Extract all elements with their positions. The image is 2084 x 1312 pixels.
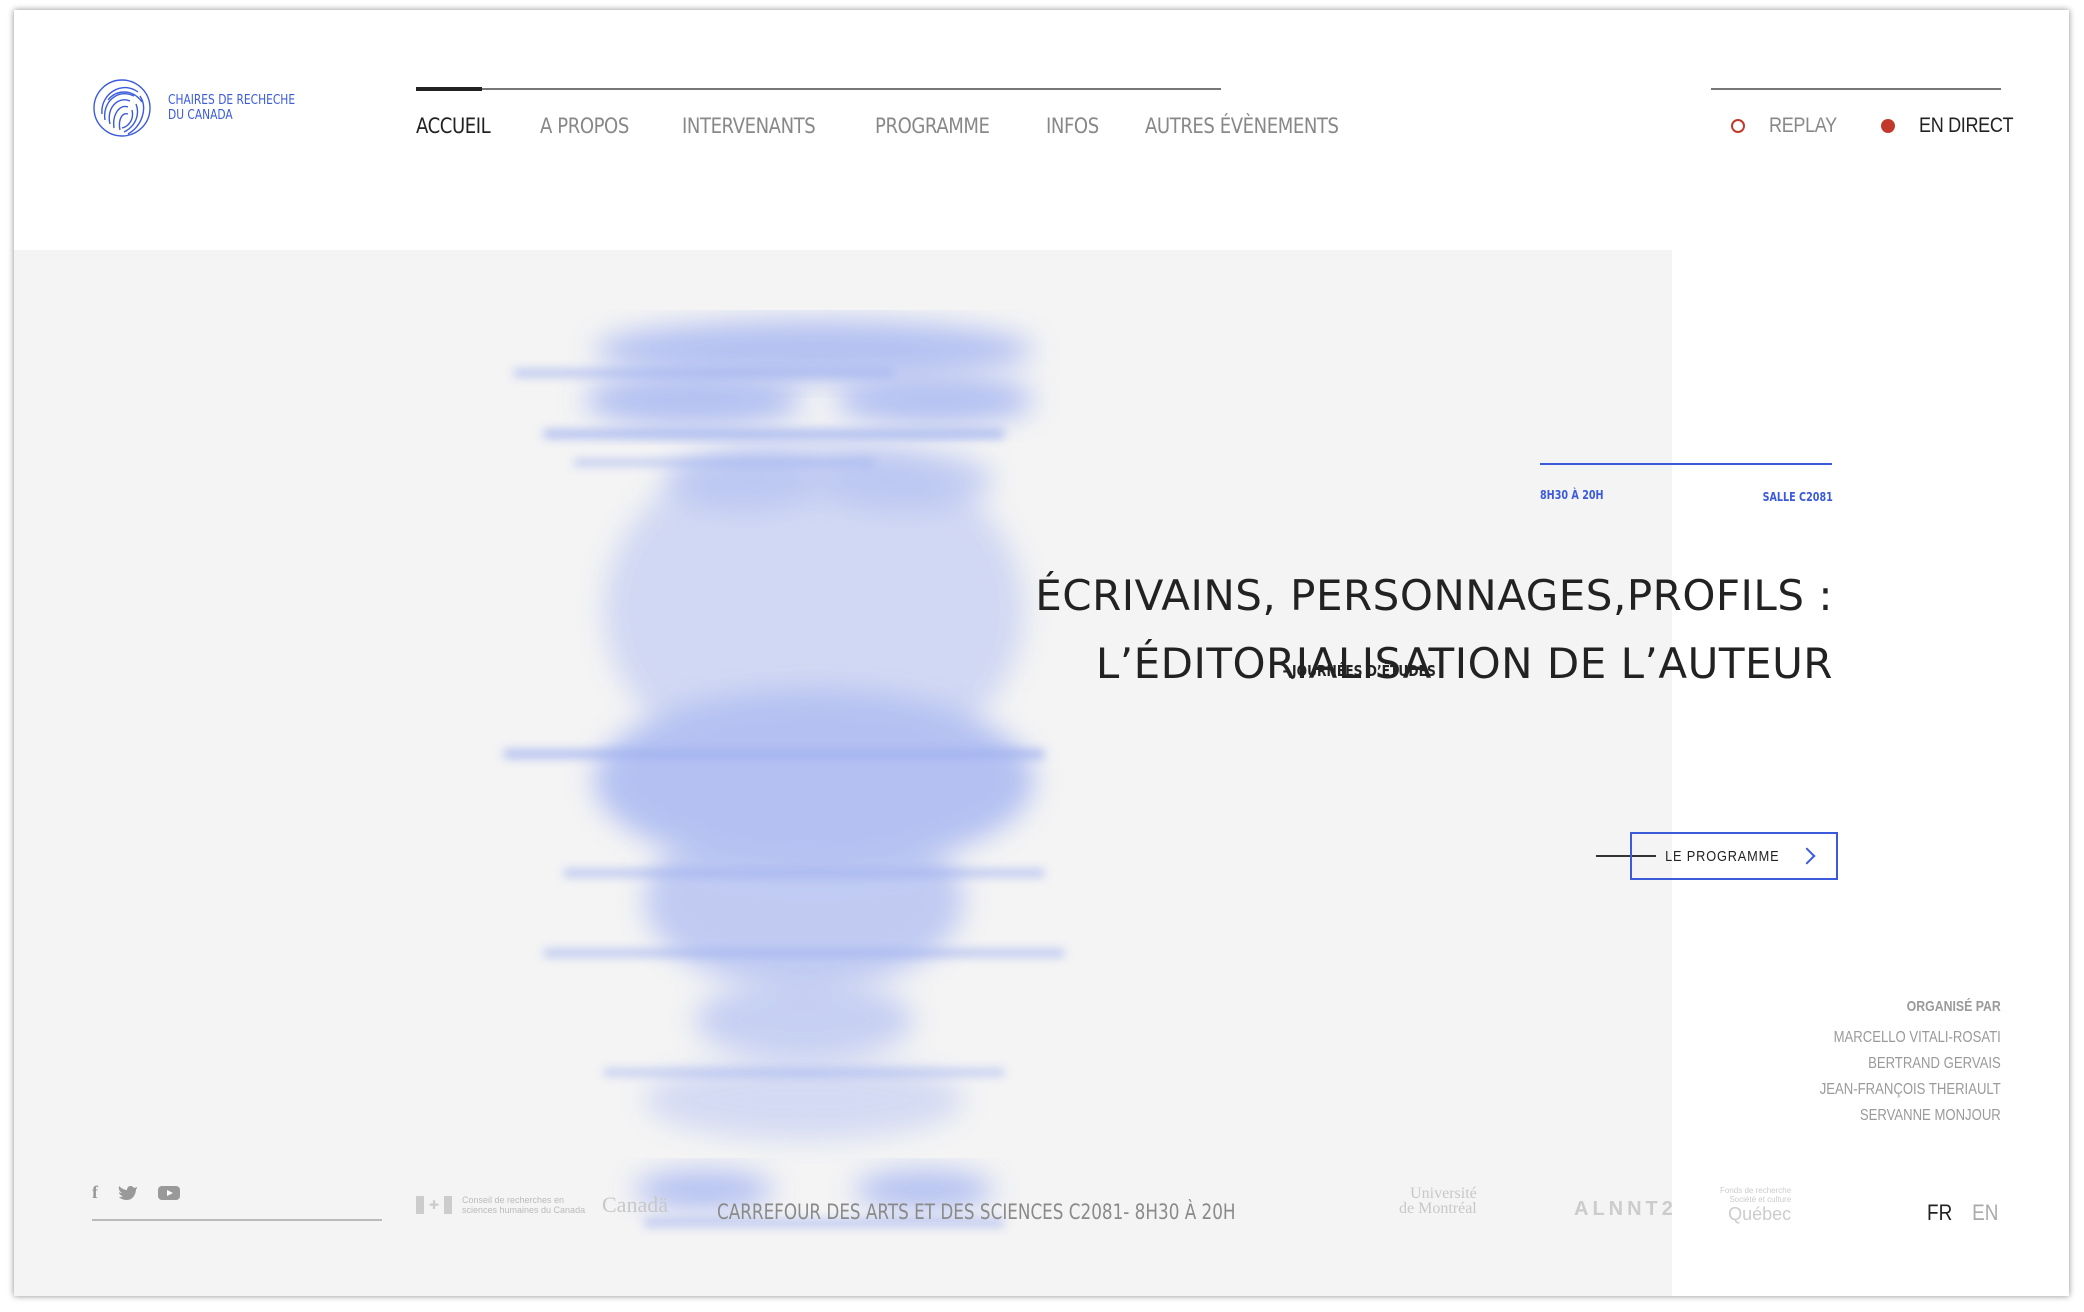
twitter-icon[interactable] xyxy=(118,1185,138,1201)
organizer-name: MARCELLO VITALI-ROSATI xyxy=(1833,1029,2001,1046)
main-nav: ACCUEIL A PROPOS INTERVENANTS PROGRAMME … xyxy=(416,87,1339,148)
frq-logo: Fonds de recherche Société et culture Qu… xyxy=(1720,1186,1791,1224)
logo-line-1: CHAIRES DE RECHECHE xyxy=(168,93,296,108)
udem-line-2: de Montréal xyxy=(1399,1200,1477,1217)
alnt-logo: ALNNT2 xyxy=(1574,1198,1677,1220)
organizer-name: BERTRAND GERVAIS xyxy=(1868,1055,2001,1072)
nav-item-programme[interactable]: PROGRAMME xyxy=(875,114,990,138)
organizers-title: ORGANISÉ PAR xyxy=(1906,998,2001,1015)
lang-en[interactable]: EN xyxy=(1973,1200,1999,1226)
organizers-block: ORGANISÉ PAR MARCELLO VITALI-ROSATI BERT… xyxy=(1780,998,2001,1129)
nav-item-intervenants[interactable]: INTERVENANTS xyxy=(682,114,816,138)
hero-title-line-2: L’ÉDITORIALISATION DE L’AUTEUR xyxy=(1095,639,1833,688)
programme-button-label: LE PROGRAMME xyxy=(1664,847,1780,865)
frq-small-line-2: Société et culture xyxy=(1729,1195,1792,1204)
frq-wordmark: Québec xyxy=(1728,1204,1792,1224)
replay-link[interactable]: REPLAY xyxy=(1731,114,1848,138)
venue-text: CARREFOUR DES ARTS ET DES SCIENCES C2081… xyxy=(717,1200,1236,1224)
stream-nav: REPLAY EN DIRECT xyxy=(1711,88,2014,148)
live-link[interactable]: EN DIRECT xyxy=(1881,114,2029,138)
udem-logo: Université de Montréal xyxy=(1399,1185,1477,1217)
organizer-name: SERVANNE MONJOUR xyxy=(1860,1107,2001,1124)
live-dot-icon xyxy=(1881,119,1895,133)
logo-line-2: DU CANADA xyxy=(168,108,233,123)
event-meta-rule xyxy=(1540,463,1832,465)
live-label: EN DIRECT xyxy=(1919,114,2014,137)
youtube-icon[interactable] xyxy=(158,1185,180,1201)
event-time: 8H30 À 20H xyxy=(1540,488,1604,502)
fingerprint-icon xyxy=(93,79,151,137)
glitch-face-image xyxy=(504,320,1064,1226)
programme-button[interactable]: LE PROGRAMME xyxy=(1630,832,1838,880)
hero-title: ÉCRIVAINS, PERSONNAGES,PROFILS : L’ÉDITO… xyxy=(1035,562,1833,698)
replay-label: REPLAY xyxy=(1769,114,1837,137)
nav-item-infos[interactable]: INFOS xyxy=(1046,114,1099,138)
nav-active-indicator xyxy=(416,87,482,91)
udem-line-1: Université xyxy=(1410,1185,1477,1202)
nav-item-autres-evenements[interactable]: AUTRES ÉVÈNEMENTS xyxy=(1145,114,1339,138)
logo-text: CHAIRES DE RECHECHE DU CANADA xyxy=(168,93,295,123)
nav-item-a-propos[interactable]: A PROPOS xyxy=(540,114,629,138)
event-room: SALLE C2081 xyxy=(1762,490,1833,504)
hero-title-line-1: ÉCRIVAINS, PERSONNAGES,PROFILS : xyxy=(1035,571,1833,620)
frq-small-line-1: Fonds de recherche xyxy=(1720,1186,1792,1195)
replay-dot-icon xyxy=(1731,119,1745,133)
nav-rule xyxy=(416,88,1221,90)
hero-section: - JOURNÉES D’ÉTUDES xyxy=(14,250,1672,1296)
nav-item-accueil[interactable]: ACCUEIL xyxy=(416,114,491,138)
chevron-right-icon xyxy=(1798,847,1816,865)
lang-fr[interactable]: FR xyxy=(1927,1200,1952,1226)
organizer-name: JEAN-FRANÇOIS THERIAULT xyxy=(1819,1081,2001,1098)
language-switcher: FR EN xyxy=(1925,1200,2001,1226)
site-logo[interactable]: CHAIRES DE RECHECHE DU CANADA xyxy=(92,74,323,142)
page-frame: CHAIRES DE RECHECHE DU CANADA ACCUEIL A … xyxy=(14,10,2069,1296)
stream-nav-rule xyxy=(1711,88,2001,90)
